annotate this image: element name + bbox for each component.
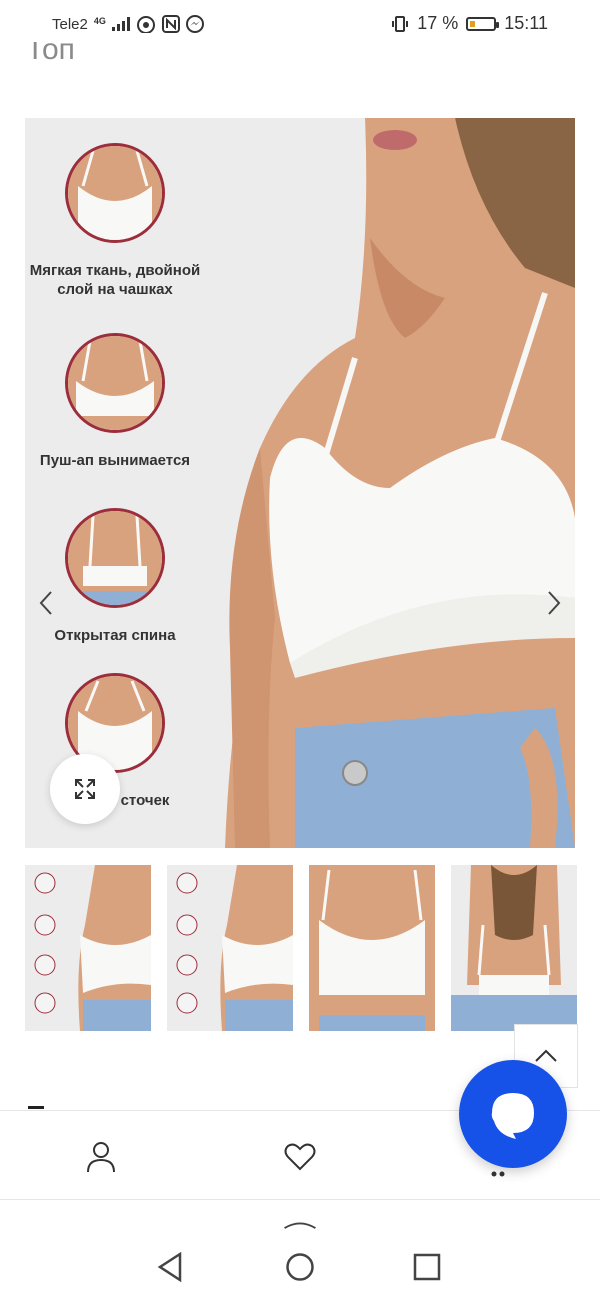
prev-image-button[interactable] (31, 588, 61, 618)
status-right: 17 % 15:11 (391, 13, 548, 34)
favorites-button[interactable] (282, 1139, 318, 1175)
nfc-icon (161, 15, 180, 33)
feature-image (65, 508, 165, 608)
chevron-right-icon (548, 591, 561, 615)
recents-icon (413, 1253, 441, 1281)
expand-icon (75, 779, 95, 799)
home-icon (286, 1253, 314, 1281)
chevron-left-icon (39, 591, 52, 615)
thumbnail-1[interactable] (25, 865, 151, 1031)
feature-image (65, 143, 165, 243)
expand-image-button[interactable] (50, 754, 120, 824)
clock: 15:11 (504, 13, 548, 33)
back-button[interactable] (153, 1250, 187, 1284)
back-icon (157, 1252, 182, 1282)
product-main-image[interactable]: Мягкая ткань, двойной слой на чашках Пуш… (25, 118, 575, 848)
status-bar: Tele2 4G 17 % 15:11 (0, 0, 600, 48)
heart-icon (284, 1143, 316, 1171)
network-label: 4G (93, 16, 106, 26)
status-left: Tele2 4G (52, 15, 204, 33)
thumbnail-2[interactable] (167, 865, 293, 1031)
home-button[interactable] (283, 1250, 317, 1284)
messenger-icon (185, 15, 204, 33)
chat-button[interactable] (459, 1060, 567, 1168)
section-heading-fragment (28, 1106, 44, 1109)
user-icon (87, 1142, 115, 1173)
feature-caption: Пуш-ап вынимается (39, 452, 191, 469)
feature-open-back: Открытая спина (25, 508, 205, 645)
swipe-up-handle[interactable] (283, 1208, 317, 1242)
chat-icon (491, 1093, 534, 1139)
feature-caption: Открытая спина (54, 627, 176, 644)
next-image-button[interactable] (539, 588, 569, 618)
swipe-up-icon (284, 1222, 316, 1229)
profile-button[interactable] (83, 1139, 119, 1175)
feature-push-up: Пуш-ап вынимается (25, 333, 205, 470)
signal-icon (111, 17, 130, 31)
feature-soft-fabric: Мягкая ткань, двойной слой на чашках (25, 143, 205, 299)
feature-caption: Мягкая ткань, двойной слой на чашках (29, 262, 201, 298)
vibrate-icon (392, 15, 409, 32)
thumbnail-strip (25, 865, 577, 1031)
thumbnail-4[interactable] (451, 865, 577, 1031)
wifi-icon (136, 16, 155, 33)
system-navigation-bar (0, 1200, 600, 1299)
thumbnail-3[interactable] (309, 865, 435, 1031)
recents-button[interactable] (410, 1250, 444, 1284)
chevron-up-icon (535, 1049, 557, 1062)
battery-icon (466, 16, 500, 31)
carrier-label: Tele2 (52, 15, 88, 33)
feature-image (65, 333, 165, 433)
battery-percent: 17 % (417, 13, 459, 33)
